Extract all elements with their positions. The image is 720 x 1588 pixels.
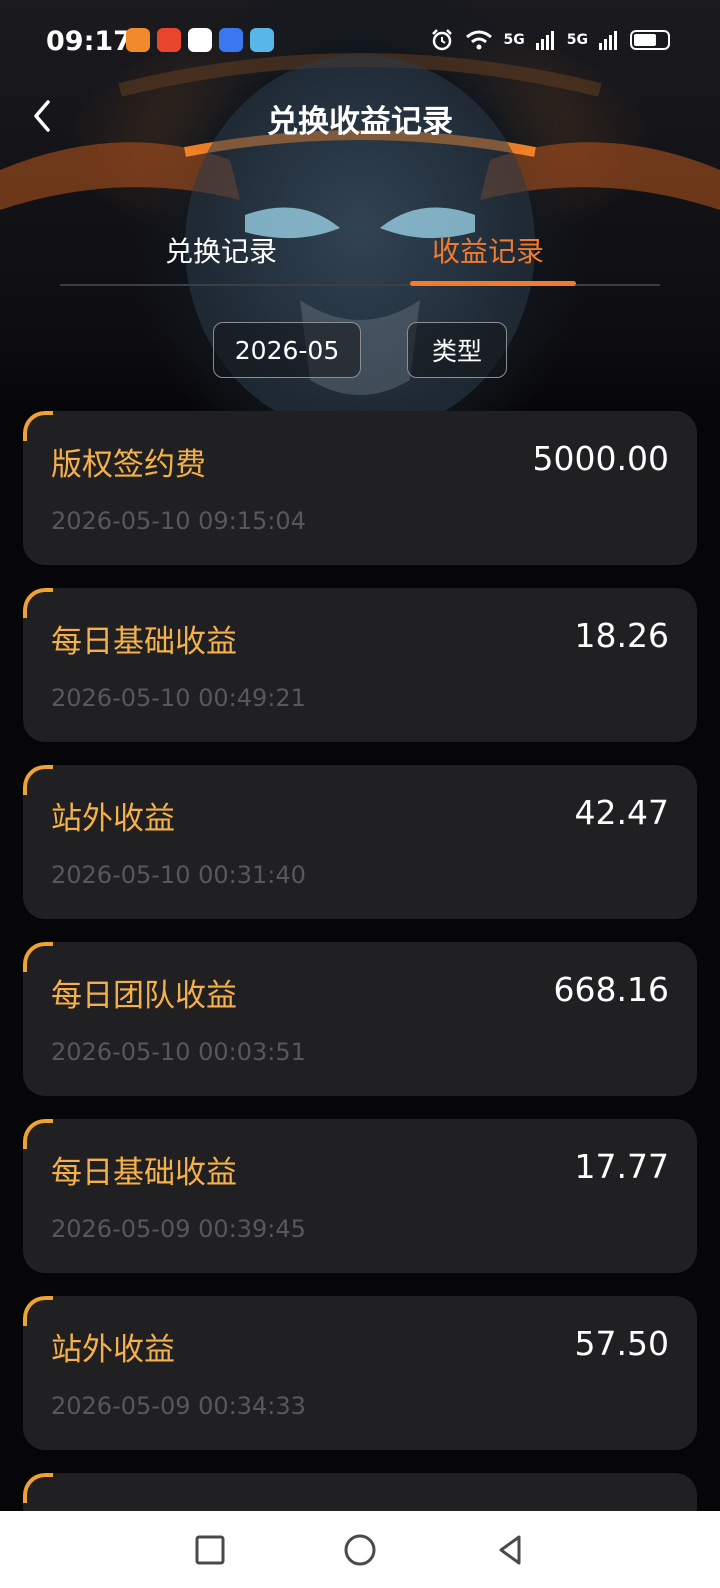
record-time: 2026-05-10 00:31:40 [51, 861, 306, 889]
record-amount: 18.26 [574, 616, 669, 655]
record-time: 2026-05-10 00:03:51 [51, 1038, 306, 1066]
wifi-icon [465, 30, 492, 50]
tab-income-records[interactable]: 收益记录 [432, 230, 544, 270]
record-type: 每日基础收益 [51, 624, 237, 660]
tab-bar: 兑换记录 收益记录 [60, 226, 660, 288]
network-label-2: 5G [566, 32, 588, 48]
record-list: 版权签约费 5000.00 2026-05-10 09:15:04 每日基础收益… [23, 411, 697, 1556]
signal-icon [535, 31, 554, 50]
orange-heart-app-icon [126, 28, 150, 52]
blue-app-icon [219, 28, 243, 52]
system-nav-bar [0, 1511, 720, 1588]
record-amount: 668.16 [553, 970, 669, 1009]
status-time: 09:17 [46, 26, 132, 57]
record-type: 每日团队收益 [51, 978, 237, 1014]
network-label-1: 5G [503, 32, 525, 48]
signal-icon [599, 31, 617, 50]
record-time: 2026-05-09 00:39:45 [51, 1215, 306, 1243]
record-time: 2026-05-09 00:34:33 [51, 1392, 306, 1420]
status-bar: 09:17 5G 5G [0, 18, 720, 66]
record-card[interactable]: 每日基础收益 17.77 2026-05-09 00:39:45 [23, 1119, 697, 1273]
tab-active-indicator [410, 281, 576, 286]
square-recent-icon[interactable] [190, 1530, 230, 1570]
record-amount: 5000.00 [532, 439, 669, 478]
record-amount: 42.47 [574, 793, 669, 832]
record-card[interactable]: 每日基础收益 18.26 2026-05-10 00:49:21 [23, 588, 697, 742]
record-amount: 17.77 [574, 1147, 669, 1186]
page-title: 兑换收益记录 [267, 104, 453, 140]
qq-penguin-icon [188, 28, 212, 52]
notification-icons [126, 28, 274, 52]
record-type: 每日基础收益 [51, 1155, 237, 1191]
record-time: 2026-05-10 00:49:21 [51, 684, 306, 712]
tab-exchange-records[interactable]: 兑换记录 [165, 230, 277, 270]
battery-icon [630, 30, 670, 50]
record-card[interactable]: 版权签约费 5000.00 2026-05-10 09:15:04 [23, 411, 697, 565]
record-type: 站外收益 [51, 801, 175, 837]
record-type: 版权签约费 [51, 447, 206, 483]
alarm-icon [431, 29, 452, 51]
record-card[interactable]: 站外收益 42.47 2026-05-10 00:31:40 [23, 765, 697, 919]
book-app-icon [250, 28, 274, 52]
record-type: 站外收益 [51, 1332, 175, 1368]
circle-home-icon[interactable] [340, 1530, 380, 1570]
record-time: 2026-05-10 09:15:04 [51, 507, 306, 535]
record-card[interactable]: 站外收益 57.50 2026-05-09 00:34:33 [23, 1296, 697, 1450]
status-right: 5G 5G [430, 28, 670, 52]
month-filter[interactable]: 2026-05 [213, 322, 361, 378]
record-amount: 57.50 [574, 1324, 669, 1363]
record-card[interactable]: 每日团队收益 668.16 2026-05-10 00:03:51 [23, 942, 697, 1096]
red-app-icon [157, 28, 181, 52]
type-filter[interactable]: 类型 [407, 322, 507, 378]
triangle-back-icon[interactable] [490, 1530, 530, 1570]
